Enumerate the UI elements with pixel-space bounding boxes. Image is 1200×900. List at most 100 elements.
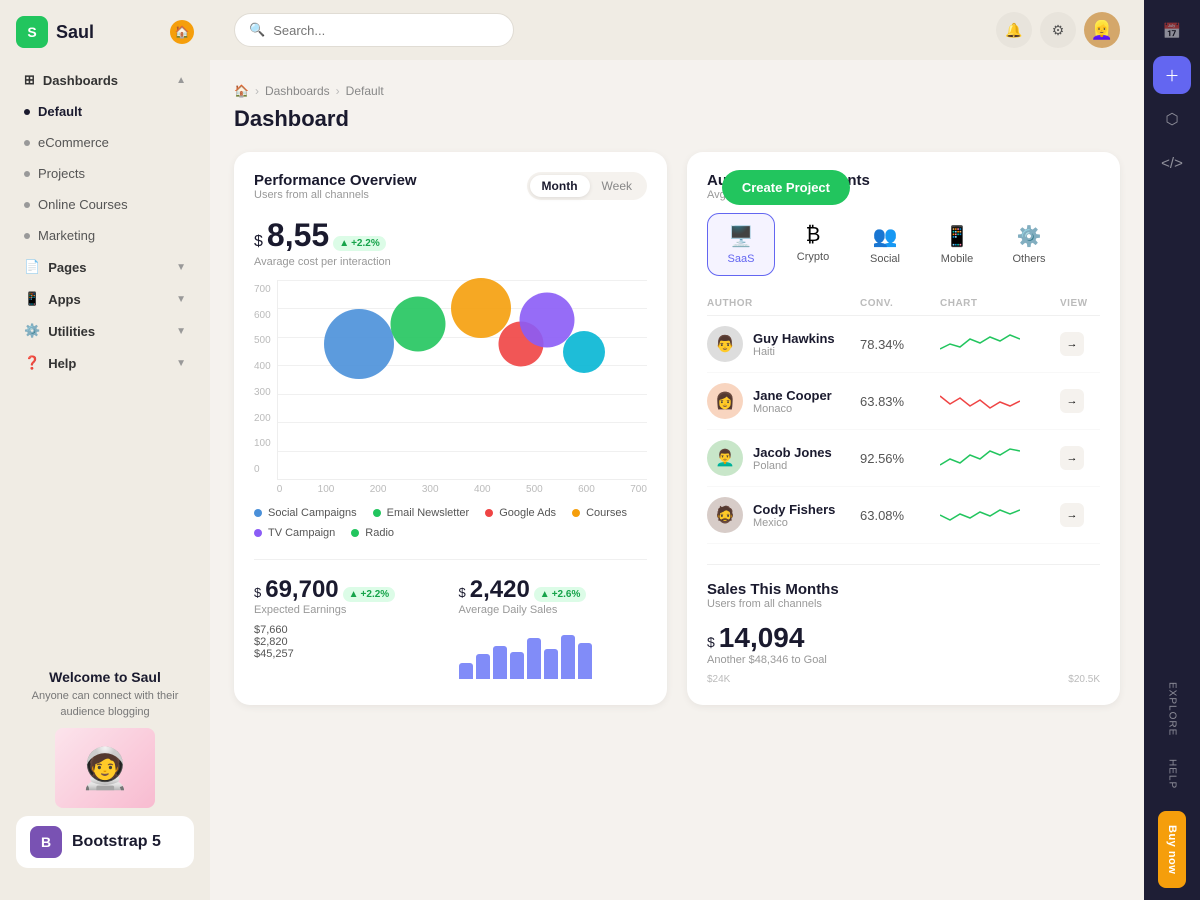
mini-chart-3 [940,500,1060,530]
mini-bar-chart [459,624,648,679]
welcome-subtitle: Anyone can connect with their audience b… [16,689,194,720]
sales-label: Average Daily Sales [459,604,648,616]
view-btn-2[interactable]: → [1060,446,1084,470]
sidebar-item-pages[interactable]: 📄 Pages ▼ [8,251,202,283]
sales-badge: ▲ +2.6% [534,587,587,602]
y-500: 500 [254,335,271,346]
avatar-2: 👨‍🦱 [707,440,743,476]
earnings-value-row: $ 69,700 ▲ +2.2% [254,576,443,604]
author-name-1: Jane Cooper [753,388,832,403]
dot-icon [24,233,30,239]
tab-crypto[interactable]: ₿ Crypto [779,213,847,276]
bar-6 [544,649,558,679]
search-input[interactable] [273,23,499,38]
y-100: 100 [254,438,271,449]
dashboards-icon: ⊞ [24,72,35,88]
sales-month-value: 14,094 [719,622,805,654]
sidebar-item-projects[interactable]: Projects [8,158,202,189]
breadcrumb-dashboards[interactable]: Dashboards [265,84,330,98]
legend-tv: TV Campaign [254,527,335,539]
dot-icon [24,171,30,177]
tab-mobile[interactable]: 📱 Mobile [923,213,991,276]
earnings-label: Expected Earnings [254,604,443,616]
y-700: 700 [254,284,271,295]
sidebar-logo: S Saul 🏠 [0,16,210,64]
settings-button[interactable]: ⚙ [1040,12,1076,48]
help-label-right[interactable]: Help [1167,751,1178,797]
hex-icon-btn[interactable]: ⬡ [1153,100,1191,138]
buy-now-button[interactable]: Buy now [1158,811,1186,888]
earning-item-1: $2,820 [254,636,443,648]
calendar-icon-btn[interactable]: 📅 [1153,12,1191,50]
sidebar-item-online-courses[interactable]: Online Courses [8,189,202,220]
breadcrumb: 🏠 › Dashboards › Default [234,84,1120,98]
gridline-5 [278,422,647,423]
view-btn-1[interactable]: → [1060,389,1084,413]
gridline-6 [278,451,647,452]
sidebar-item-help[interactable]: ❓ Help ▼ [8,347,202,379]
chart-svg-3 [940,500,1020,530]
avatar[interactable]: 👱‍♀️ [1084,12,1120,48]
mobile-label: Mobile [941,253,973,265]
author-country-0: Haiti [753,346,835,358]
table-row: 👨‍🦱 Jacob Jones Poland 92.56% → [707,430,1100,487]
explore-label[interactable]: Explore [1167,674,1178,744]
mini-chart-0 [940,329,1060,359]
dollar-sign2: $ [254,585,261,600]
arrow-up-icon: ▲ [339,238,349,249]
author-country-3: Mexico [753,517,835,529]
author-country-2: Poland [753,460,832,472]
col-chart: CHART [940,298,1060,309]
code-icon-btn[interactable]: </> [1153,144,1191,182]
daily-sales: $ 2,420 ▲ +2.6% Average Daily Sales [459,576,648,679]
col-conv: CONV. [860,298,940,309]
legend-dot-google [485,509,493,517]
legend-dot-tv [254,529,262,537]
y-300: 300 [254,387,271,398]
tab-month[interactable]: Month [530,175,590,197]
sidebar-item-apps[interactable]: 📱 Apps ▼ [8,283,202,315]
y-200: 200 [254,413,271,424]
search-box[interactable]: 🔍 [234,13,514,47]
sales-badge-val: +2.6% [552,589,581,600]
perf-label: Avarage cost per interaction [254,256,647,268]
apps-label: Apps [48,292,81,307]
tab-week[interactable]: Week [590,175,644,197]
sidebar-item-ecommerce[interactable]: eCommerce [8,127,202,158]
x-axis-labels: 0 100 200 300 400 500 600 700 [277,480,647,495]
y-axis-labels: 700 600 500 400 300 200 100 0 [254,280,277,495]
sidebar-item-utilities[interactable]: ⚙️ Utilities ▼ [8,315,202,347]
earning-item-0: $7,660 [254,624,443,636]
perf-subtitle: Users from all channels [254,189,417,201]
view-btn-0[interactable]: → [1060,332,1084,356]
tab-others[interactable]: ⚙️ Others [995,213,1063,276]
others-label: Others [1012,253,1045,265]
create-project-button[interactable]: Create Project [722,170,850,205]
author-details-0: Guy Hawkins Haiti [753,331,835,358]
conv-3: 63.08% [860,508,940,523]
view-btn-3[interactable]: → [1060,503,1084,527]
author-name-0: Guy Hawkins [753,331,835,346]
perf-title: Performance Overview [254,172,417,189]
gridline-0 [278,280,647,281]
legend-label-email: Email Newsletter [387,507,470,519]
earnings-badge: ▲ +2.2% [343,587,396,602]
app-name: Saul [56,22,94,43]
chart-svg-0 [940,329,1020,359]
ecommerce-label: eCommerce [38,135,109,150]
sidebar-item-dashboards[interactable]: ⊞ Dashboards ▲ [8,64,202,96]
add-icon-btn[interactable]: ＋ [1153,56,1191,94]
notification-button[interactable]: 🔔 [996,12,1032,48]
search-icon: 🔍 [249,22,265,38]
online-courses-label: Online Courses [38,197,128,212]
bar-8 [578,643,592,679]
sidebar-item-default[interactable]: Default [8,96,202,127]
tab-social[interactable]: 👥 Social [851,213,919,276]
dollar-sign: $ [254,233,263,251]
projects-label: Projects [38,166,85,181]
sidebar-item-marketing[interactable]: Marketing [8,220,202,251]
dot-icon [24,140,30,146]
table-row: 👨 Guy Hawkins Haiti 78.34% → [707,316,1100,373]
tab-saas[interactable]: 🖥️ SaaS [707,213,775,276]
bubble-email [391,296,446,351]
